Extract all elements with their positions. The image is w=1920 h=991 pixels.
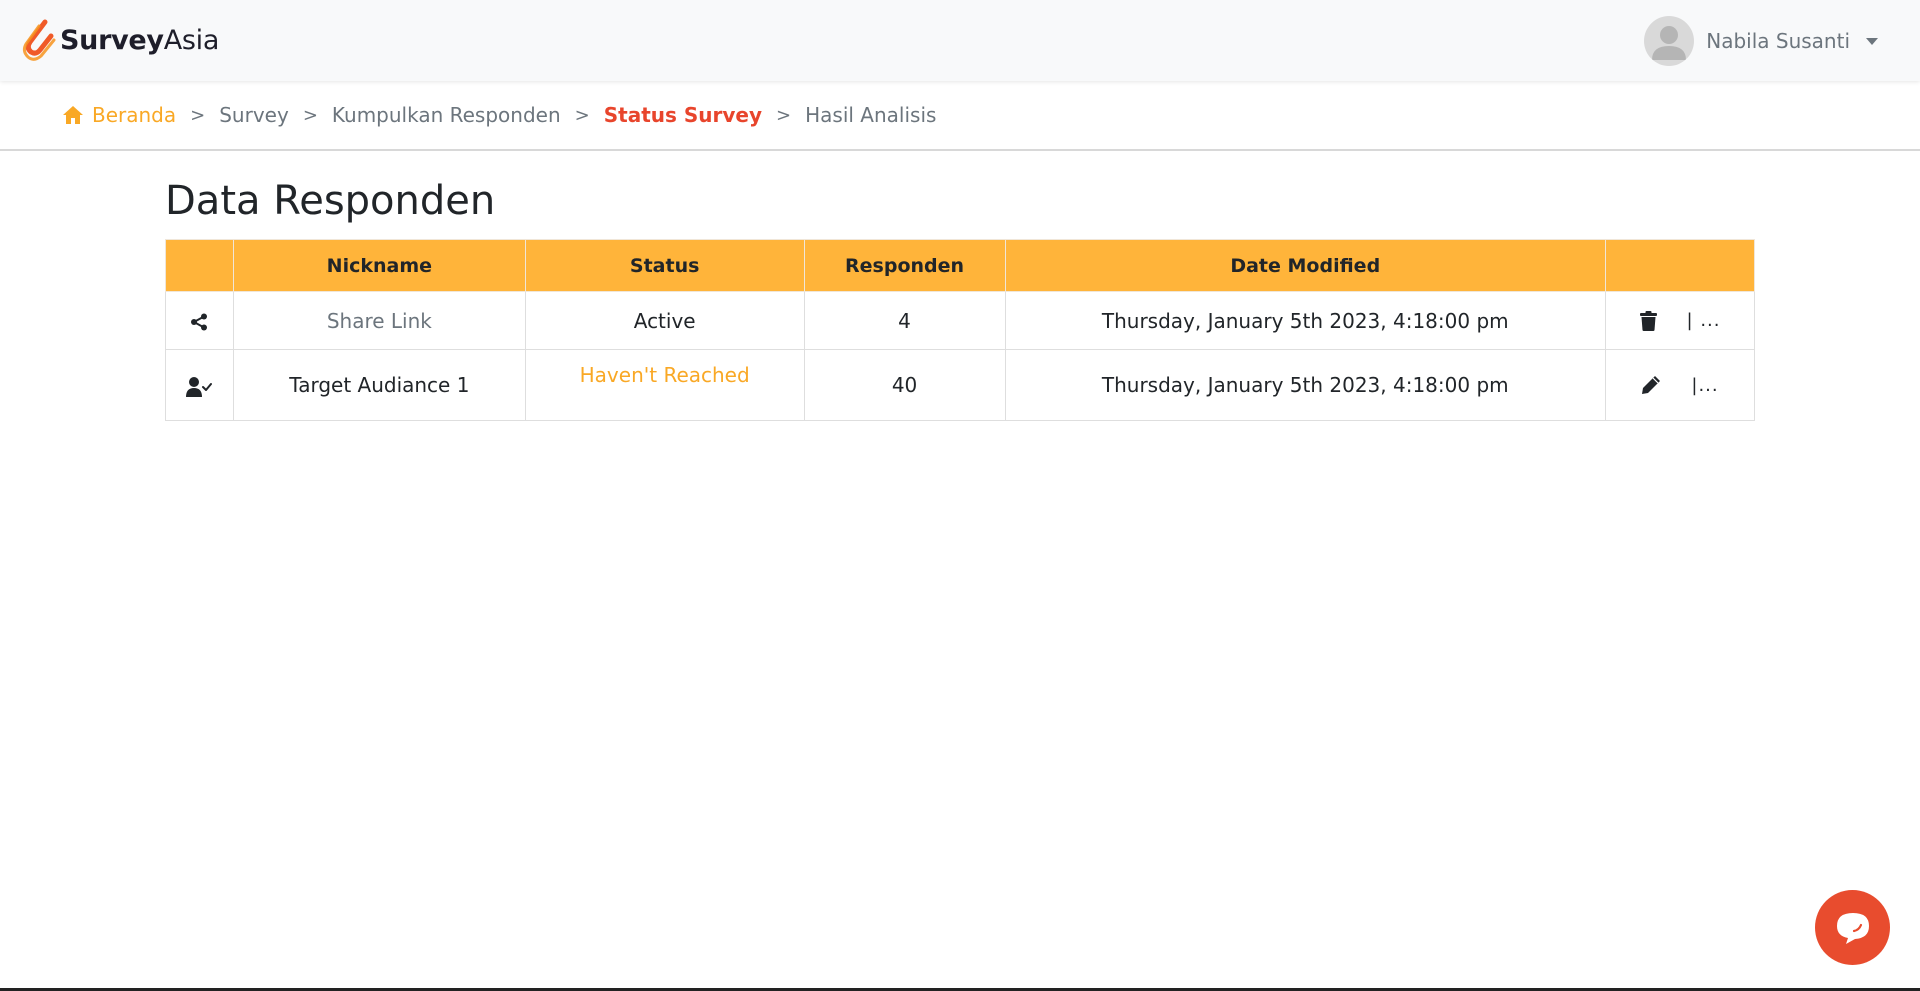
breadcrumb: Beranda > Survey > Kumpulkan Responden >…	[0, 81, 1920, 151]
nickname-cell: Share Link	[232, 291, 526, 350]
status-cell: Haven't Reached	[524, 349, 805, 421]
breadcrumb-hasil-analisis[interactable]: Hasil Analisis	[805, 103, 936, 127]
pencil-icon[interactable]	[1641, 375, 1661, 395]
breadcrumb-survey[interactable]: Survey	[219, 103, 289, 127]
table-row: Target Audiance 1 Haven't Reached 40 Thu…	[165, 349, 1755, 421]
status-badge: Haven't Reached	[579, 363, 750, 387]
row-type-cell	[165, 291, 234, 350]
table-header-row: Nickname Status Responden Date Modified	[165, 239, 1755, 292]
chat-button[interactable]	[1815, 890, 1890, 965]
user-check-icon	[186, 376, 213, 397]
top-navbar: SurveyAsia Nabila Susanti	[0, 0, 1920, 81]
header-actions	[1605, 239, 1755, 292]
home-icon	[63, 106, 83, 124]
breadcrumb-separator: >	[302, 104, 318, 126]
header-nickname: Nickname	[232, 239, 526, 292]
nickname-cell: Target Audiance 1	[232, 349, 526, 421]
brand-name: SurveyAsia	[60, 25, 220, 56]
chat-bubble-icon	[1836, 912, 1869, 944]
header-status: Status	[524, 239, 805, 292]
actions-cell: | ...	[1605, 291, 1755, 350]
breadcrumb-home[interactable]: Beranda	[62, 103, 176, 127]
breadcrumb-separator: >	[574, 104, 590, 126]
breadcrumb-separator: >	[190, 104, 206, 126]
breadcrumb-status-survey[interactable]: Status Survey	[604, 103, 762, 127]
row-type-cell	[165, 349, 234, 421]
status-cell: Active	[524, 291, 805, 350]
header-icon	[165, 239, 234, 292]
share-icon	[191, 313, 208, 331]
responden-cell: 40	[803, 349, 1006, 421]
breadcrumb-home-label: Beranda	[92, 103, 177, 127]
date-modified-cell: Thursday, January 5th 2023, 4:18:00 pm	[1004, 291, 1607, 350]
breadcrumb-separator: >	[776, 104, 792, 126]
chevron-down-icon	[1866, 38, 1878, 45]
trash-icon[interactable]	[1639, 310, 1657, 331]
user-menu-toggle[interactable]: Nabila Susanti	[1644, 15, 1900, 66]
avatar	[1644, 15, 1695, 66]
breadcrumb-kumpulkan-responden[interactable]: Kumpulkan Responden	[332, 103, 561, 127]
user-avatar-icon	[1652, 25, 1687, 60]
user-name: Nabila Susanti	[1706, 28, 1850, 53]
page-title: Data Responden	[165, 178, 496, 224]
table-row: Share Link Active 4 Thursday, January 5t…	[165, 291, 1755, 350]
header-responden: Responden	[803, 239, 1006, 292]
more-options-link[interactable]: |...	[1691, 375, 1718, 396]
surveyasia-logo-icon	[22, 19, 56, 61]
more-options-link[interactable]: | ...	[1687, 310, 1721, 331]
brand-logo-link[interactable]: SurveyAsia	[20, 18, 219, 64]
date-modified-cell: Thursday, January 5th 2023, 4:18:00 pm	[1004, 349, 1607, 421]
responden-cell: 4	[803, 291, 1006, 350]
responden-table: Nickname Status Responden Date Modified …	[165, 239, 1755, 421]
header-date-modified: Date Modified	[1004, 239, 1607, 292]
actions-cell: |...	[1605, 349, 1755, 421]
